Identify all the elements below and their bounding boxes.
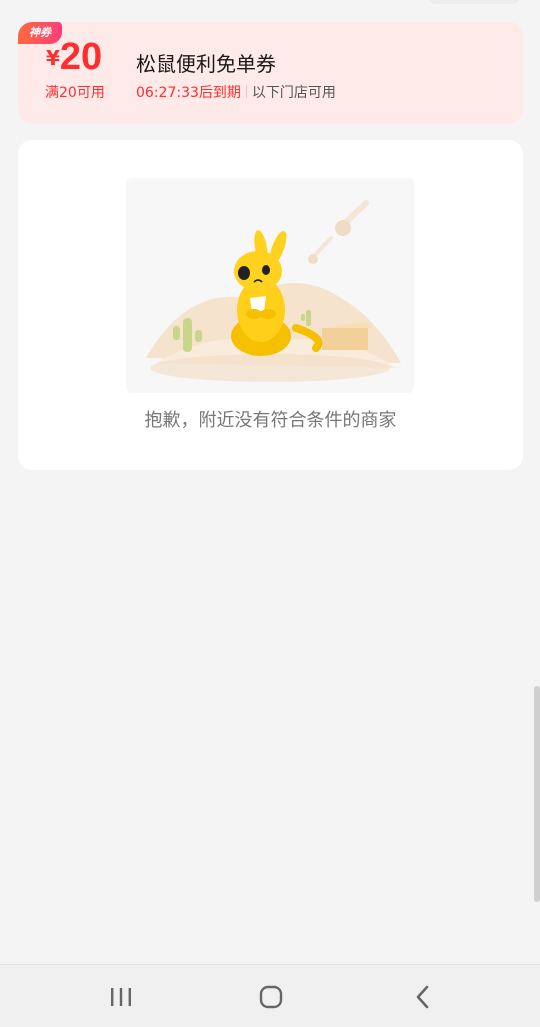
coupon-card[interactable]: 神券 ¥20 满20可用 松鼠便利免单券 06:27:33后到期 以下门店可用 bbox=[18, 22, 523, 124]
empty-state-card: 抱歉，附近没有符合条件的商家 bbox=[18, 140, 523, 470]
recent-apps-icon bbox=[111, 987, 131, 1006]
scrollbar[interactable] bbox=[534, 686, 540, 902]
coupon-expire-countdown: 06:27:33后到期 bbox=[136, 85, 241, 101]
coupon-amount: 20 bbox=[59, 36, 103, 78]
coupon-condition: 满20可用 bbox=[45, 85, 105, 101]
recent-apps-button[interactable] bbox=[71, 965, 171, 1027]
home-button[interactable] bbox=[221, 965, 321, 1027]
empty-illustration bbox=[126, 178, 414, 393]
back-icon bbox=[416, 985, 429, 1008]
kangaroo-mascot-icon bbox=[146, 200, 401, 382]
coupon-expire-row: 06:27:33后到期 以下门店可用 bbox=[136, 82, 336, 102]
coupon-store-scope: 以下门店可用 bbox=[251, 85, 336, 101]
divider bbox=[245, 85, 247, 98]
coupon-title: 松鼠便利免单券 bbox=[136, 52, 276, 76]
empty-state-message: 抱歉，附近没有符合条件的商家 bbox=[144, 410, 397, 431]
top-pill bbox=[428, 0, 520, 4]
currency-symbol: ¥ bbox=[46, 46, 60, 70]
back-button[interactable] bbox=[373, 965, 473, 1027]
home-icon bbox=[259, 985, 283, 1008]
system-navigation-bar bbox=[0, 964, 540, 1027]
coupon-price: ¥20 bbox=[46, 36, 102, 79]
